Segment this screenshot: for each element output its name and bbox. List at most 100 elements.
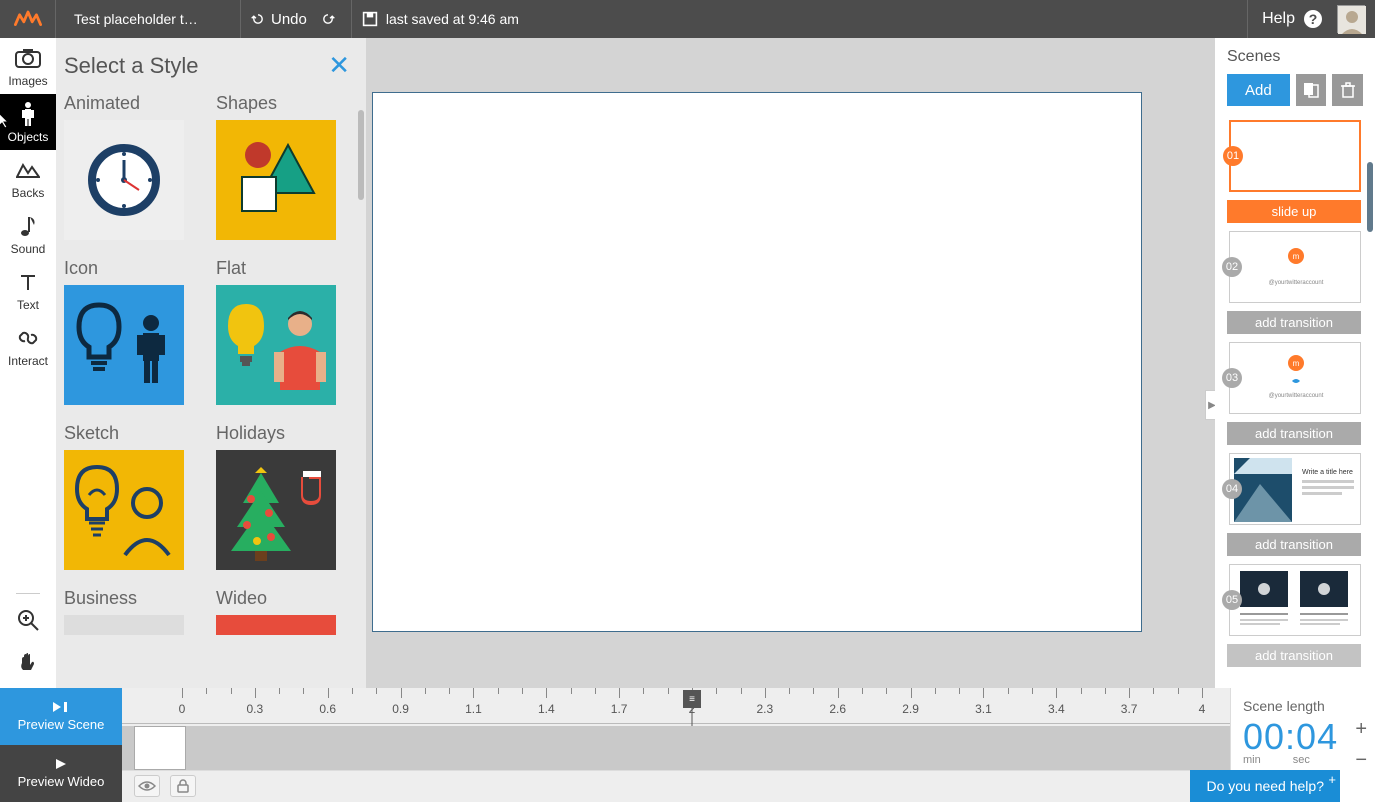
style-sketch-label: Sketch: [64, 423, 184, 444]
panel-scrollbar[interactable]: [358, 110, 364, 200]
visibility-toggle-button[interactable]: [134, 775, 160, 797]
tick-label: 3.4: [1048, 702, 1065, 716]
undo-button[interactable]: Undo: [251, 11, 307, 28]
text-icon: [0, 270, 56, 294]
style-holidays-thumb[interactable]: [216, 450, 336, 570]
style-holidays-label: Holidays: [216, 423, 336, 444]
style-shapes-thumb[interactable]: [216, 120, 336, 240]
style-flat-thumb[interactable]: [216, 285, 336, 405]
style-business-thumb[interactable]: [64, 615, 184, 635]
preview-wideo-button[interactable]: Preview Wideo: [0, 745, 122, 802]
tick-label: 0.3: [247, 702, 264, 716]
transition-button-1[interactable]: slide up: [1227, 200, 1361, 223]
eye-icon: [138, 780, 156, 792]
zoom-button[interactable]: [16, 608, 40, 637]
duplicate-icon: [1303, 82, 1319, 98]
scenes-title: Scenes: [1227, 48, 1363, 66]
rail-images[interactable]: Images: [0, 38, 56, 94]
help-float-button[interactable]: Do you need help? +: [1190, 770, 1340, 802]
svg-text:m: m: [1293, 359, 1300, 368]
tick-label: 1.7: [611, 702, 628, 716]
bulb-person-icon: [69, 295, 179, 395]
save-icon: [362, 11, 378, 27]
music-note-icon: [0, 214, 56, 238]
rail-objects[interactable]: Objects: [0, 94, 56, 150]
camera-icon: [0, 46, 56, 70]
style-wideo-thumb[interactable]: [216, 615, 336, 635]
scene-item-2[interactable]: 02 m@yourtwitteraccount: [1227, 231, 1363, 303]
length-minus-button[interactable]: −: [1355, 749, 1367, 772]
rail-text[interactable]: Text: [0, 262, 56, 318]
redo-button[interactable]: [315, 12, 341, 26]
logo[interactable]: [0, 0, 55, 38]
add-scene-button[interactable]: Add: [1227, 74, 1290, 106]
lock-toggle-button[interactable]: [170, 775, 196, 797]
style-icon-label: Icon: [64, 258, 184, 279]
transition-button-3[interactable]: add transition: [1227, 422, 1361, 445]
length-plus-button[interactable]: +: [1355, 718, 1367, 741]
tick-label: 3.7: [1121, 702, 1138, 716]
undo-icon: [251, 12, 265, 26]
duplicate-scene-button[interactable]: [1296, 74, 1327, 106]
tick-label: 2.3: [757, 702, 774, 716]
timeline-ruler[interactable]: 00.30.60.91.11.41.722.32.62.93.13.43.74≡: [122, 688, 1230, 724]
save-button[interactable]: [362, 11, 378, 27]
delete-scene-button[interactable]: [1332, 74, 1363, 106]
holiday-tree-icon: [221, 455, 331, 565]
rail-sound[interactable]: Sound: [0, 206, 56, 262]
play-icon: [54, 758, 68, 770]
scenes-panel: Scenes Add 01 slide up 02 m@yourtwittera…: [1215, 38, 1375, 688]
scene-item-5[interactable]: 05: [1227, 564, 1363, 636]
min-label: min: [1243, 754, 1261, 766]
transition-button-5[interactable]: add transition: [1227, 644, 1361, 667]
clock-icon: [84, 140, 164, 220]
tick-label: 1.1: [465, 702, 482, 716]
tick-label: 1.4: [538, 702, 555, 716]
flat-illustration-icon: [216, 290, 336, 400]
scenes-scrollbar[interactable]: [1367, 162, 1373, 232]
top-bar: Test placeholder t… Undo last saved at 9…: [0, 0, 1375, 38]
sketch-icon: [69, 455, 179, 565]
play-pause-icon: [51, 701, 71, 713]
sec-label: sec: [1293, 754, 1310, 766]
svg-text:@yourtwitteraccount: @yourtwitteraccount: [1269, 393, 1324, 399]
style-shapes-label: Shapes: [216, 93, 336, 114]
project-title[interactable]: Test placeholder t…: [55, 0, 240, 38]
rail-backs[interactable]: Backs: [0, 150, 56, 206]
style-flat-label: Flat: [216, 258, 336, 279]
canvas-area: [366, 38, 1215, 688]
tick-label: 2.6: [829, 702, 846, 716]
style-wideo-label: Wideo: [216, 588, 336, 609]
tick-label: 3.1: [975, 702, 992, 716]
close-icon[interactable]: ✕: [328, 50, 350, 81]
shapes-icon: [226, 135, 326, 225]
scene-item-4[interactable]: 04 Write a title here: [1227, 453, 1363, 525]
style-icon-thumb[interactable]: [64, 285, 184, 405]
redo-icon: [321, 12, 335, 26]
lock-icon: [177, 779, 189, 793]
svg-text:?: ?: [1309, 11, 1318, 27]
timeline-clip[interactable]: [134, 726, 186, 770]
timeline-track[interactable]: [122, 726, 1230, 770]
preview-scene-button[interactable]: Preview Scene: [0, 688, 122, 745]
hand-icon: [17, 651, 39, 673]
user-avatar[interactable]: [1337, 5, 1365, 33]
left-tool-rail: Images Objects Backs Sound Text Interact: [0, 38, 56, 688]
canvas[interactable]: [372, 92, 1142, 632]
transition-button-2[interactable]: add transition: [1227, 311, 1361, 334]
transition-button-4[interactable]: add transition: [1227, 533, 1361, 556]
style-animated-thumb[interactable]: [64, 120, 184, 240]
scene-item-3[interactable]: 03 m@yourtwitteraccount: [1227, 342, 1363, 414]
svg-text:Write a title here: Write a title here: [1302, 469, 1353, 476]
style-sketch-thumb[interactable]: [64, 450, 184, 570]
cursor-icon: [0, 112, 12, 130]
zoom-icon: [16, 608, 40, 632]
link-icon: [0, 326, 56, 350]
tick-label: 0.6: [319, 702, 336, 716]
rail-interact[interactable]: Interact: [0, 318, 56, 374]
pan-button[interactable]: [17, 651, 39, 678]
help-button[interactable]: Help ?: [1247, 0, 1337, 38]
svg-text:@yourtwitteraccount: @yourtwitteraccount: [1269, 280, 1324, 286]
scene-item-1[interactable]: 01: [1227, 120, 1363, 192]
scene-length-title: Scene length: [1243, 698, 1363, 714]
